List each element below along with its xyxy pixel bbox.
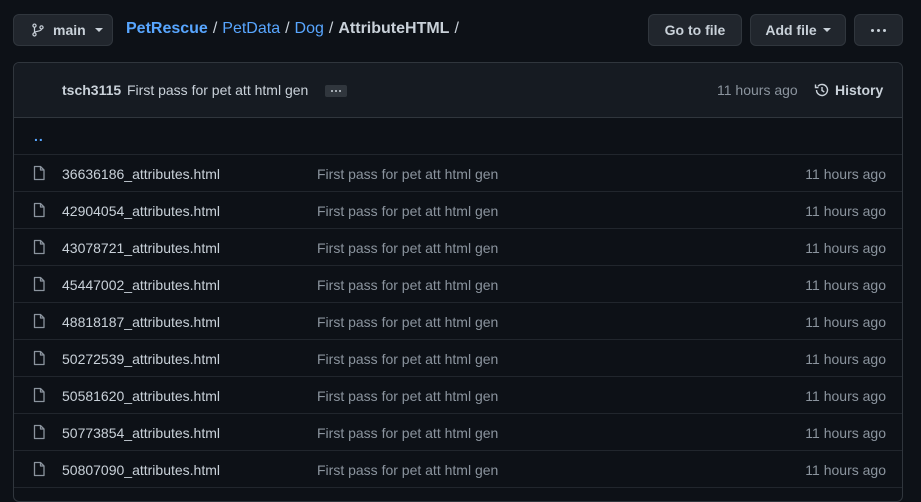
- add-file-label: Add file: [765, 22, 817, 38]
- chevron-down-icon: [94, 28, 103, 32]
- file-row[interactable]: 50807090_attributes.html First pass for …: [14, 451, 902, 488]
- commit-author-link[interactable]: tsch3115: [62, 82, 121, 98]
- file-icon: [33, 350, 45, 366]
- file-row[interactable]: 48818187_attributes.html First pass for …: [14, 303, 902, 340]
- file-name-link[interactable]: 43078721_attributes.html: [62, 240, 220, 256]
- commit-message-link[interactable]: First pass for pet att html gen: [127, 82, 308, 98]
- parent-directory-link[interactable]: ..: [34, 128, 44, 144]
- file-name-link[interactable]: 50581620_attributes.html: [62, 388, 220, 404]
- history-link[interactable]: History: [814, 82, 883, 98]
- file-commit-time: 11 hours ago: [805, 314, 886, 330]
- history-icon: [814, 83, 829, 97]
- breadcrumb-current: AttributeHTML: [338, 20, 450, 37]
- file-icon: [33, 239, 45, 255]
- file-row[interactable]: 36636186_attributes.html First pass for …: [14, 155, 902, 192]
- breadcrumb-separator: /: [212, 20, 218, 37]
- branch-name: main: [53, 22, 86, 38]
- file-name-link[interactable]: 42904054_attributes.html: [62, 203, 220, 219]
- file-commit-time: 11 hours ago: [805, 203, 886, 219]
- file-name-link[interactable]: 36636186_attributes.html: [62, 166, 220, 182]
- file-name-link[interactable]: 50807090_attributes.html: [62, 462, 220, 478]
- breadcrumb-repo-link[interactable]: PetRescue: [126, 20, 208, 37]
- breadcrumb-link-petdata[interactable]: PetData: [222, 20, 280, 37]
- breadcrumb-link-dog[interactable]: Dog: [295, 20, 324, 37]
- file-row[interactable]: 43078721_attributes.html First pass for …: [14, 229, 902, 266]
- history-label: History: [835, 82, 884, 98]
- kebab-horizontal-icon: [871, 28, 886, 32]
- file-commit-time: 11 hours ago: [805, 462, 886, 478]
- file-list: 36636186_attributes.html First pass for …: [14, 155, 902, 488]
- file-icon: [33, 165, 45, 181]
- latest-commit-bar: tsch3115 First pass for pet att html gen…: [14, 63, 902, 118]
- breadcrumb-separator: /: [328, 20, 334, 37]
- file-name-link[interactable]: 50272539_attributes.html: [62, 351, 220, 367]
- file-commit-time: 11 hours ago: [805, 277, 886, 293]
- chevron-down-icon: [822, 28, 831, 32]
- file-row[interactable]: 50272539_attributes.html First pass for …: [14, 340, 902, 377]
- file-icon: [33, 424, 45, 440]
- file-commit-message-link[interactable]: First pass for pet att html gen: [317, 388, 498, 404]
- file-icon: [33, 387, 45, 403]
- parent-directory-row[interactable]: ..: [14, 118, 902, 155]
- breadcrumb-separator: /: [285, 20, 290, 37]
- file-icon: [33, 202, 45, 218]
- git-branch-icon: [32, 23, 44, 37]
- file-commit-message-link[interactable]: First pass for pet att html gen: [317, 277, 498, 293]
- more-options-button[interactable]: [854, 14, 903, 46]
- file-row[interactable]: 42904054_attributes.html First pass for …: [14, 192, 902, 229]
- expand-commit-button[interactable]: [325, 85, 347, 97]
- file-commit-message-link[interactable]: First pass for pet att html gen: [317, 240, 498, 256]
- go-to-file-button[interactable]: Go to file: [648, 14, 742, 46]
- file-name-link[interactable]: 45447002_attributes.html: [62, 277, 220, 293]
- file-browser: tsch3115 First pass for pet att html gen…: [13, 62, 903, 502]
- file-name-link[interactable]: 48818187_attributes.html: [62, 314, 220, 330]
- branch-select-button[interactable]: main: [13, 14, 113, 46]
- file-row[interactable]: 50773854_attributes.html First pass for …: [14, 414, 902, 451]
- file-commit-time: 11 hours ago: [805, 388, 886, 404]
- file-row[interactable]: 50581620_attributes.html First pass for …: [14, 377, 902, 414]
- file-commit-message-link[interactable]: First pass for pet att html gen: [317, 314, 498, 330]
- breadcrumb: PetRescue / PetData / Dog / AttributeHTML /: [126, 20, 464, 38]
- file-commit-message-link[interactable]: First pass for pet att html gen: [317, 351, 498, 367]
- add-file-button[interactable]: Add file: [750, 14, 846, 46]
- file-commit-time: 11 hours ago: [805, 166, 886, 182]
- file-icon: [33, 276, 45, 292]
- repo-toolbar: main PetRescue / PetData / Dog / AttributeHTML…: [0, 0, 921, 62]
- file-commit-message-link[interactable]: First pass for pet att html gen: [317, 166, 498, 182]
- go-to-file-label: Go to file: [664, 22, 726, 38]
- file-commit-message-link[interactable]: First pass for pet att html gen: [317, 203, 498, 219]
- file-commit-message-link[interactable]: First pass for pet att html gen: [317, 425, 498, 441]
- file-icon: [33, 461, 45, 477]
- commit-time: 11 hours ago: [717, 82, 798, 98]
- file-commit-time: 11 hours ago: [805, 240, 886, 256]
- file-commit-time: 11 hours ago: [805, 351, 886, 367]
- breadcrumb-separator: /: [454, 20, 459, 37]
- file-commit-time: 11 hours ago: [805, 425, 886, 441]
- file-row[interactable]: 45447002_attributes.html First pass for …: [14, 266, 902, 303]
- file-icon: [33, 313, 45, 329]
- file-name-link[interactable]: 50773854_attributes.html: [62, 425, 220, 441]
- file-commit-message-link[interactable]: First pass for pet att html gen: [317, 462, 498, 478]
